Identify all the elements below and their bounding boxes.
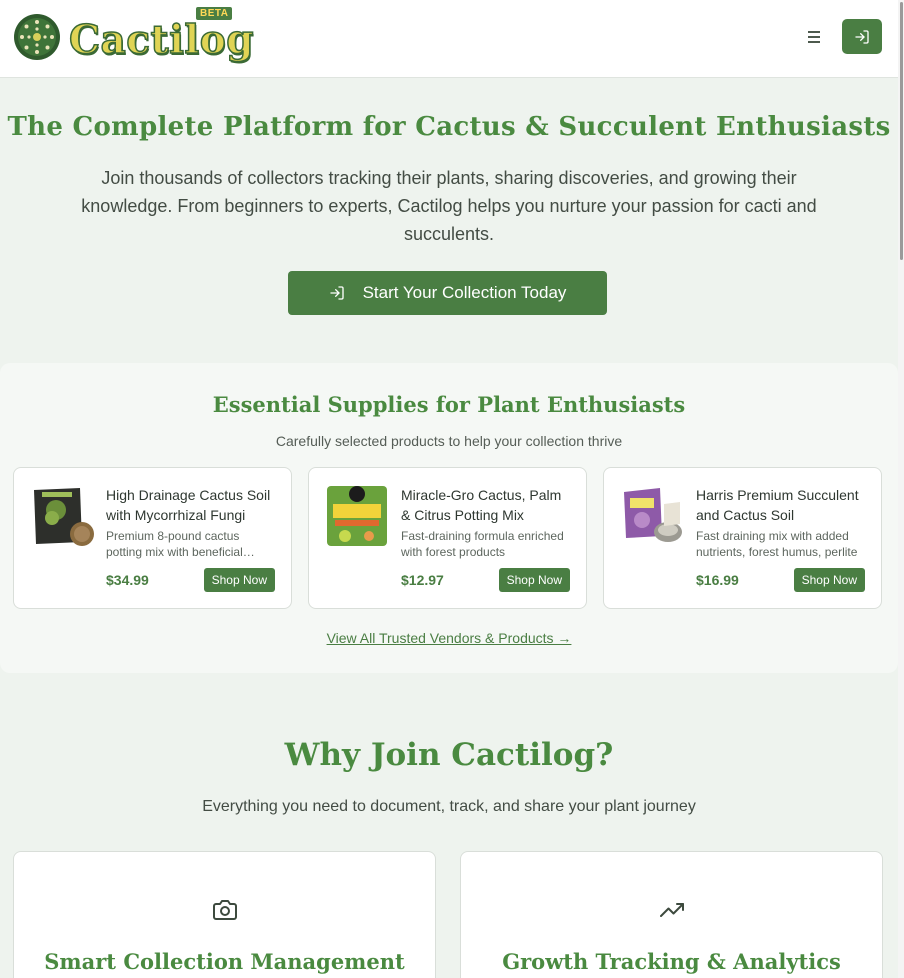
- page-scrollbar[interactable]: [898, 0, 904, 978]
- product-card[interactable]: High Drainage Cactus Soil with Mycorrhiz…: [13, 467, 292, 609]
- product-name[interactable]: Harris Premium Succulent and Cactus Soil: [696, 485, 868, 525]
- feature-card-growth: Growth Tracking & Analytics: [460, 851, 883, 978]
- site-header: Cactilog BETA: [0, 0, 898, 78]
- supplies-title: Essential Supplies for Plant Enthusiasts: [212, 392, 686, 417]
- why-join-subtitle: Everything you need to document, track, …: [202, 798, 696, 815]
- product-image[interactable]: [30, 484, 94, 548]
- brand-wordmark[interactable]: Cactilog: [68, 16, 254, 64]
- product-price: $34.99: [106, 572, 149, 588]
- product-description: Fast-draining formula enriched with fore…: [401, 529, 564, 559]
- login-icon: [329, 286, 344, 300]
- login-button[interactable]: [842, 19, 882, 54]
- product-card[interactable]: Miracle-Gro Cactus, Palm & Citrus Pottin…: [308, 467, 587, 609]
- shop-now-button[interactable]: Shop Now: [203, 568, 275, 592]
- supplies-subtitle: Carefully selected products to help your…: [275, 433, 623, 449]
- product-name[interactable]: Miracle-Gro Cactus, Palm & Citrus Pottin…: [401, 485, 573, 525]
- product-price: $12.97: [401, 572, 444, 588]
- scrollbar-thumb[interactable]: [900, 2, 903, 260]
- start-collection-button[interactable]: Start Your Collection Today: [288, 271, 607, 315]
- hero-title: The Complete Platform for Cactus & Succu…: [7, 112, 891, 142]
- hamburger-menu-icon[interactable]: [803, 27, 825, 47]
- product-image[interactable]: [620, 484, 684, 548]
- product-price: $16.99: [696, 572, 739, 588]
- product-card[interactable]: Harris Premium Succulent and Cactus Soil…: [603, 467, 882, 609]
- supplies-section: Essential Supplies for Plant Enthusiasts…: [0, 363, 898, 673]
- login-icon: [855, 29, 869, 44]
- shop-now-button[interactable]: Shop Now: [793, 568, 865, 592]
- why-join-title: Why Join Cactilog?: [284, 737, 614, 773]
- hero-description: Join thousands of collectors tracking th…: [81, 168, 817, 244]
- feature-card-collection: Smart Collection Management: [13, 851, 436, 978]
- product-image[interactable]: [325, 484, 389, 548]
- product-description: Fast draining mix with added nutrients, …: [696, 529, 858, 559]
- hero-section: The Complete Platform for Cactus & Succu…: [0, 78, 898, 363]
- start-collection-label: Start Your Collection Today: [362, 283, 567, 302]
- trending-up-icon: [659, 903, 684, 917]
- camera-icon: [212, 900, 237, 920]
- product-name[interactable]: High Drainage Cactus Soil with Mycorrhiz…: [106, 485, 278, 525]
- feature-title: Smart Collection Management: [44, 949, 405, 974]
- beta-badge: BETA: [196, 7, 233, 20]
- shop-now-button[interactable]: Shop Now: [498, 568, 570, 592]
- feature-title: Growth Tracking & Analytics: [502, 949, 841, 974]
- product-description: Premium 8-pound cactus potting mix with …: [106, 529, 243, 559]
- view-all-vendors-link[interactable]: View All Trusted Vendors & Products →: [0, 630, 898, 646]
- cactus-logo-icon[interactable]: [13, 13, 61, 61]
